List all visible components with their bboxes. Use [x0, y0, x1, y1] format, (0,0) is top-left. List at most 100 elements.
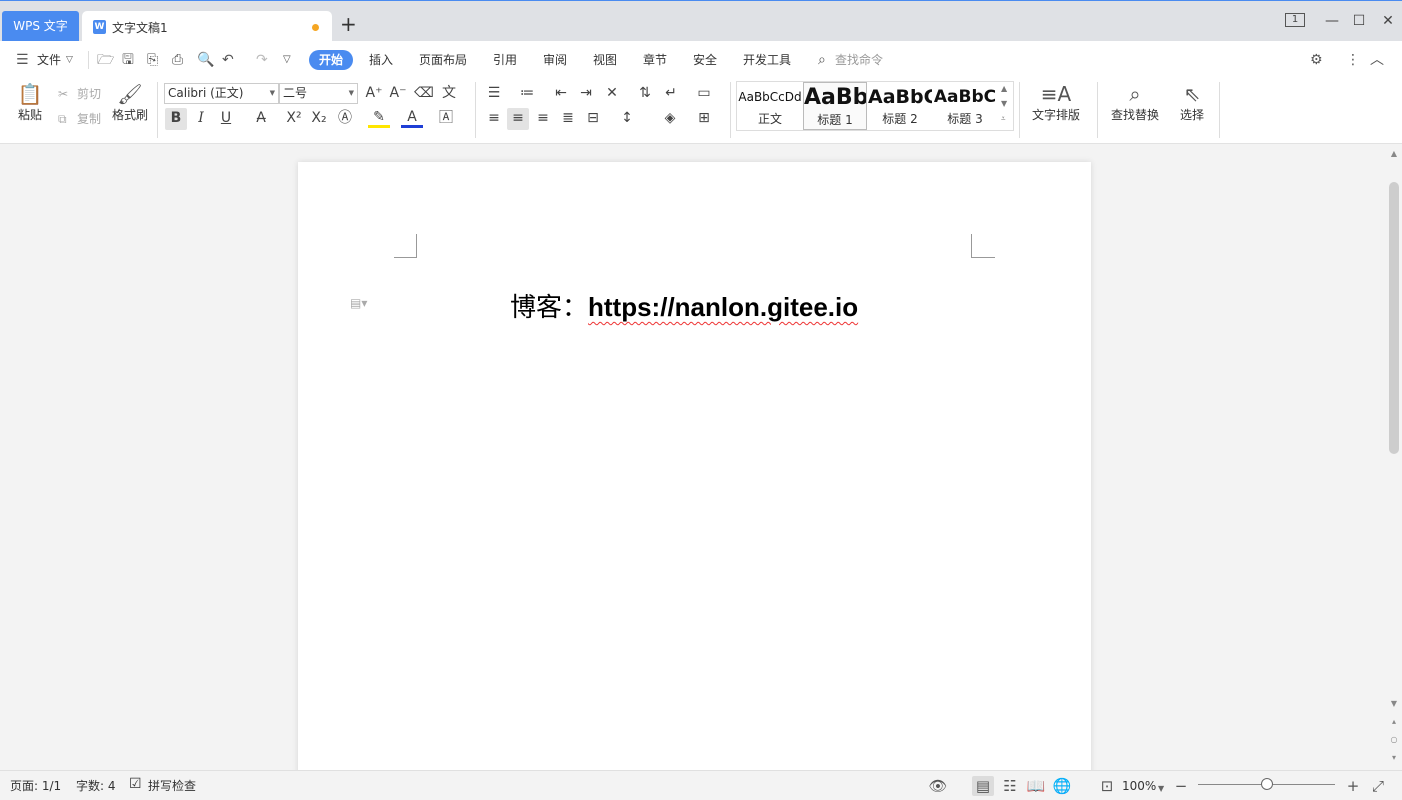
- customize-toolbar-icon[interactable]: ▽: [283, 51, 291, 69]
- outline-view-icon[interactable]: ☷: [999, 776, 1021, 796]
- paste-button[interactable]: 📋 粘贴: [10, 81, 50, 123]
- text-effect-icon[interactable]: Ⓐ: [334, 108, 356, 130]
- document-tab[interactable]: W 文字文稿1: [82, 11, 332, 42]
- italic-button[interactable]: I: [190, 108, 212, 130]
- export-icon[interactable]: ⎘: [147, 51, 158, 69]
- fit-page-icon[interactable]: ⊡: [1096, 776, 1118, 796]
- decrease-indent-icon[interactable]: ⇤: [550, 83, 572, 105]
- align-right-icon[interactable]: ≡: [532, 108, 554, 130]
- page-count[interactable]: 页面: 1/1: [10, 778, 61, 794]
- hamburger-icon[interactable]: ☰: [16, 51, 29, 69]
- next-page-icon[interactable]: ▾: [1386, 753, 1402, 763]
- phonetic-guide-icon[interactable]: 文: [438, 83, 460, 105]
- print-icon[interactable]: ⎙: [172, 51, 183, 69]
- sort-icon[interactable]: ⇅: [634, 83, 656, 105]
- zoom-percentage[interactable]: 100%: [1122, 778, 1156, 794]
- select-browse-object-icon[interactable]: ○: [1386, 735, 1402, 745]
- command-search-input[interactable]: 查找命令: [835, 51, 883, 69]
- numbered-list-icon[interactable]: ≔: [516, 83, 538, 105]
- format-painter-button[interactable]: 🖌 格式刷: [110, 81, 150, 123]
- increase-indent-icon[interactable]: ⇥: [575, 83, 597, 105]
- style-heading-2[interactable]: AaBbC 标题 2: [868, 82, 932, 130]
- underline-button[interactable]: U: [215, 108, 237, 130]
- style-heading-3[interactable]: AaBbC 标题 3: [933, 82, 997, 130]
- more-options-icon[interactable]: ⋮: [1346, 51, 1360, 69]
- cut-button[interactable]: 剪切: [77, 86, 101, 102]
- zoom-in-icon[interactable]: +: [1342, 776, 1364, 796]
- font-color-icon[interactable]: A: [401, 108, 423, 128]
- redo-icon[interactable]: ↷: [256, 51, 268, 69]
- close-button[interactable]: ✕: [1376, 11, 1400, 31]
- gallery-up-icon[interactable]: ▲: [1001, 84, 1007, 93]
- file-menu[interactable]: 文件: [37, 51, 61, 69]
- character-border-icon[interactable]: 🄰: [435, 108, 457, 130]
- strikethrough-icon[interactable]: A̶: [250, 108, 272, 130]
- align-left-icon[interactable]: ≡: [483, 108, 505, 130]
- text-layout-button[interactable]: ≡A 文字排版: [1026, 81, 1086, 123]
- page-view-icon[interactable]: ▤: [972, 776, 994, 796]
- highlight-color-icon[interactable]: ✎: [368, 108, 390, 128]
- chinese-layout-icon[interactable]: ✕: [601, 83, 623, 105]
- style-normal[interactable]: AaBbCcDd 正文: [738, 82, 802, 130]
- previous-page-icon[interactable]: ▴: [1386, 717, 1402, 727]
- paragraph-options-icon[interactable]: ▤▾: [350, 296, 367, 310]
- new-tab-button[interactable]: +: [340, 14, 357, 34]
- gallery-down-icon[interactable]: ▼: [1001, 99, 1007, 108]
- distributed-align-icon[interactable]: ⊟: [582, 108, 604, 130]
- tab-view[interactable]: 视图: [593, 51, 617, 69]
- zoom-dropdown-icon[interactable]: ▼: [1158, 781, 1164, 797]
- save-icon[interactable]: 🖫: [122, 51, 134, 69]
- scroll-up-icon[interactable]: ▲: [1386, 149, 1402, 159]
- tab-page-layout[interactable]: 页面布局: [419, 51, 467, 69]
- scroll-down-icon[interactable]: ▼: [1386, 699, 1402, 709]
- bold-button[interactable]: B: [165, 108, 187, 130]
- tab-home[interactable]: 开始: [309, 50, 353, 70]
- undo-icon[interactable]: ↶: [222, 51, 234, 69]
- justify-icon[interactable]: ≣: [557, 108, 579, 130]
- tab-chapter[interactable]: 章节: [643, 51, 667, 69]
- workspace-button[interactable]: 1: [1285, 13, 1305, 27]
- open-folder-icon[interactable]: 🗁: [97, 51, 114, 69]
- maximize-button[interactable]: ☐: [1347, 11, 1371, 31]
- font-size-select[interactable]: 二号 ▼: [279, 83, 358, 104]
- tab-developer-tools[interactable]: 开发工具: [743, 51, 791, 69]
- fullscreen-icon[interactable]: ⤢: [1367, 776, 1389, 796]
- minimize-button[interactable]: —: [1320, 11, 1344, 31]
- zoom-slider-handle[interactable]: [1260, 778, 1273, 790]
- settings-gear-icon[interactable]: ⚙: [1310, 51, 1323, 69]
- find-replace-button[interactable]: ⌕ 查找替换: [1105, 81, 1165, 123]
- tab-security[interactable]: 安全: [693, 51, 717, 69]
- vertical-scrollbar[interactable]: ▲ ▼ ▴ ○ ▾: [1386, 145, 1402, 770]
- subscript-icon[interactable]: X₂: [308, 108, 330, 130]
- document-page[interactable]: ▤▾ 博客：https://nanlon.gitee.io: [298, 162, 1091, 782]
- collapse-ribbon-icon[interactable]: ︿: [1370, 51, 1384, 69]
- web-view-icon[interactable]: 🌐: [1051, 776, 1073, 796]
- scrollbar-thumb[interactable]: [1389, 182, 1399, 454]
- superscript-icon[interactable]: X²: [283, 108, 305, 130]
- grow-font-icon[interactable]: A⁺: [363, 83, 385, 105]
- copy-button[interactable]: 复制: [77, 111, 101, 127]
- spellcheck-button[interactable]: 拼写检查: [148, 778, 196, 794]
- bullet-list-icon[interactable]: ☰: [483, 83, 505, 105]
- align-center-icon[interactable]: ≡: [507, 108, 529, 130]
- tab-references[interactable]: 引用: [493, 51, 517, 69]
- table-tabs-icon[interactable]: ▭: [693, 83, 715, 105]
- zoom-out-icon[interactable]: −: [1170, 776, 1192, 796]
- print-preview-icon[interactable]: 🔍: [197, 51, 214, 69]
- show-hide-marks-icon[interactable]: ↵: [660, 83, 682, 105]
- tab-review[interactable]: 审阅: [543, 51, 567, 69]
- gallery-more-icon[interactable]: ⩡: [1001, 114, 1006, 124]
- style-heading-1[interactable]: AaBb 标题 1: [803, 82, 867, 130]
- reading-view-icon[interactable]: 📖: [1025, 776, 1047, 796]
- word-count[interactable]: 字数: 4: [76, 778, 116, 794]
- select-button[interactable]: ⇖ 选择: [1172, 81, 1212, 123]
- shading-icon[interactable]: ◈: [659, 108, 681, 130]
- line-spacing-icon[interactable]: ↕: [616, 108, 638, 130]
- clear-format-icon[interactable]: ⌫: [413, 83, 435, 105]
- document-paragraph[interactable]: 博客：https://nanlon.gitee.io: [510, 287, 858, 324]
- tab-insert[interactable]: 插入: [369, 51, 393, 69]
- eye-protection-icon[interactable]: 👁: [927, 776, 949, 796]
- borders-icon[interactable]: ⊞: [693, 108, 715, 130]
- app-tab[interactable]: WPS 文字: [2, 11, 79, 41]
- chevron-down-icon[interactable]: ▽: [66, 51, 73, 69]
